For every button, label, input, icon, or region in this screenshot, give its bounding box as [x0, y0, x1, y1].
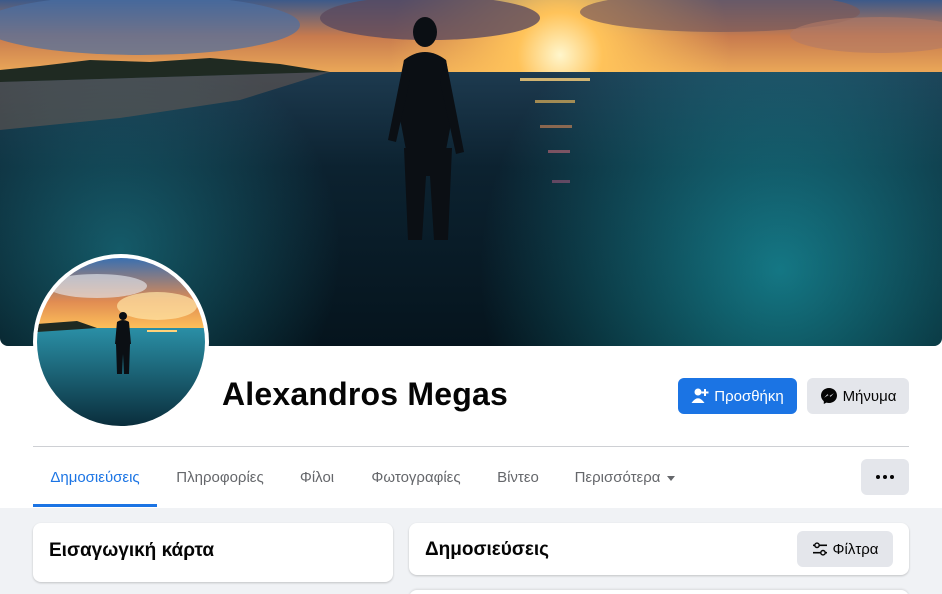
message-label: Μήνυμα	[842, 387, 897, 405]
post-card-peek	[409, 590, 909, 594]
tab-label: Βίντεο	[497, 468, 539, 486]
messenger-icon	[820, 387, 838, 405]
tab-friends[interactable]: Φίλοι	[283, 448, 351, 506]
add-friend-button[interactable]: Προσθήκη	[678, 378, 797, 414]
tab-label: Φίλοι	[299, 468, 335, 486]
tab-about[interactable]: Πληροφορίες	[161, 448, 279, 506]
profile-picture[interactable]	[33, 254, 209, 430]
tab-label: Πληροφορίες	[176, 468, 264, 486]
add-friend-label: Προσθήκη	[714, 387, 784, 405]
person-add-icon	[691, 387, 709, 405]
active-tab-indicator	[33, 504, 157, 507]
tab-label: Περισσότερα	[574, 468, 661, 486]
more-options-button[interactable]	[861, 459, 909, 495]
posts-card: Δημοσιεύσεις Φίλτρα	[409, 523, 909, 575]
intro-card: Εισαγωγική κάρτα	[33, 523, 393, 582]
intro-card-title: Εισαγωγική κάρτα	[49, 540, 215, 561]
tab-videos[interactable]: Βίντεο	[481, 448, 555, 506]
tab-label: Δημοσιεύσεις	[50, 468, 140, 486]
tab-photos[interactable]: Φωτογραφίες	[355, 448, 477, 506]
tab-posts[interactable]: Δημοσιεύσεις	[33, 448, 157, 506]
more-dots-icon	[875, 475, 896, 479]
profile-name: Alexandros Megas	[222, 376, 508, 412]
header-divider	[33, 446, 909, 447]
filter-sliders-icon	[812, 541, 828, 557]
message-button[interactable]: Μήνυμα	[807, 378, 909, 414]
filter-button[interactable]: Φίλτρα	[797, 531, 893, 567]
tab-more[interactable]: Περισσότερα	[559, 448, 691, 506]
tab-label: Φωτογραφίες	[371, 468, 461, 486]
posts-card-title: Δημοσιεύσεις	[425, 539, 550, 560]
filter-label: Φίλτρα	[832, 540, 879, 558]
profile-header: Alexandros Megas Προσθήκη Μήνυμα Δημοσιε…	[0, 0, 942, 508]
caret-down-icon	[667, 475, 676, 481]
